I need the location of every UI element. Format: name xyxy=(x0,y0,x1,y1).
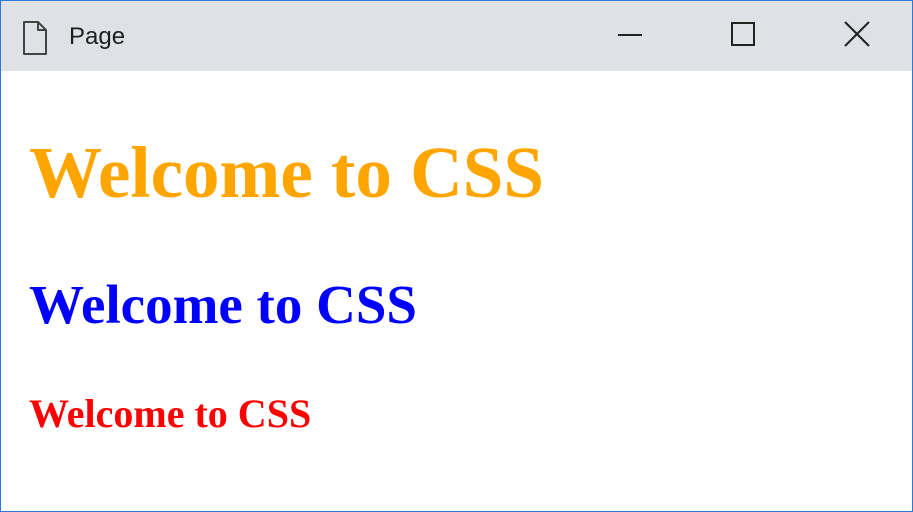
maximize-icon xyxy=(730,21,756,52)
heading-large: Welcome to CSS xyxy=(29,132,544,213)
title-bar[interactable]: Page xyxy=(1,1,912,71)
heading-medium: Welcome to CSS xyxy=(29,274,418,335)
window-title: Page xyxy=(69,23,126,50)
browser-window: Page Welcome to CSS Welcome to CSS Welco… xyxy=(0,0,913,512)
page-content: Welcome to CSS Welcome to CSS Welcome to… xyxy=(1,71,912,511)
page-icon xyxy=(22,20,48,56)
minimize-button[interactable] xyxy=(580,1,680,71)
heading-small: Welcome to CSS xyxy=(29,391,312,436)
close-button[interactable] xyxy=(807,1,907,71)
close-icon xyxy=(843,20,871,53)
minimize-icon xyxy=(617,21,643,52)
maximize-button[interactable] xyxy=(693,1,793,71)
